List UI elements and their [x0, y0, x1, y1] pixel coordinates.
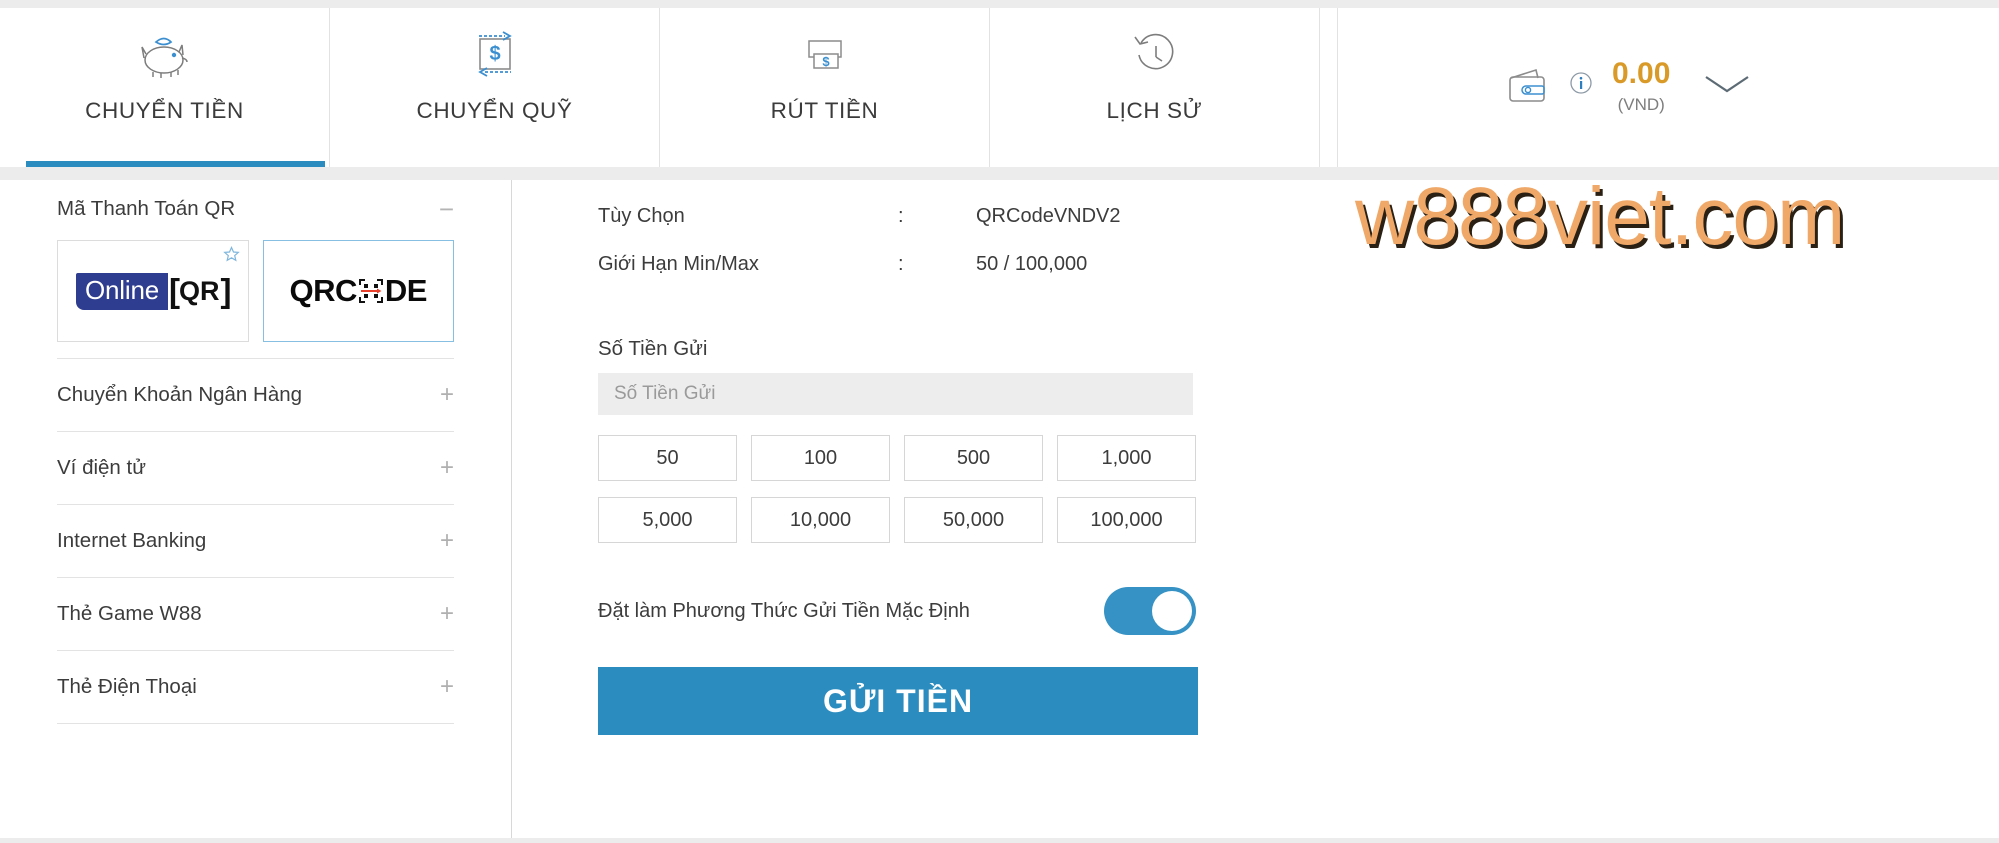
wallet-amount-group: 0.00 (VND): [1612, 56, 1671, 115]
amount-input[interactable]: [598, 373, 1193, 415]
quick-amount-button[interactable]: 500: [904, 435, 1043, 481]
wallet-balance-value: 0.00: [1612, 56, 1671, 90]
plus-icon[interactable]: +: [440, 602, 454, 626]
page-bottom-strip: [0, 838, 1999, 843]
svg-text:$: $: [489, 43, 500, 65]
tab-label: RÚT TIỀN: [770, 98, 879, 123]
quick-amount-button[interactable]: 100: [751, 435, 890, 481]
minus-icon[interactable]: −: [439, 196, 454, 222]
quick-amount-button[interactable]: 1,000: [1057, 435, 1196, 481]
tab-chuyen-quy[interactable]: $ CHUYỂN QUỸ: [330, 8, 660, 167]
info-circle-icon[interactable]: [1568, 70, 1594, 101]
sidebar-section-internet-banking[interactable]: Internet Banking +: [57, 504, 454, 577]
sidebar-section-ma-thanh-toan-qr[interactable]: Mã Thanh Toán QR −: [57, 180, 454, 238]
onlineqr-logo-qr: QR: [178, 275, 220, 306]
tab-label: CHUYỂN TIỀN: [85, 98, 244, 123]
withdraw-cash-icon: $: [789, 22, 861, 84]
plus-icon[interactable]: +: [440, 383, 454, 407]
sidebar-divider: [57, 723, 454, 725]
sidebar-section-label: Mã Thanh Toán QR: [57, 197, 236, 220]
wallet-balance-widget[interactable]: 0.00 (VND): [1337, 8, 1999, 167]
onlineqr-logo: Online [QR]: [76, 272, 231, 310]
sidebar-section-the-dien-thoai[interactable]: Thẻ Điện Thoại +: [57, 650, 454, 723]
qrcode-logo: QRC DE: [289, 273, 428, 309]
info-row-gioi-han: Giới Hạn Min/Max : 50 / 100,000: [598, 240, 1121, 288]
submit-deposit-button[interactable]: GỬI TIỀN: [598, 667, 1198, 735]
sidebar-section-label: Chuyển Khoản Ngân Hàng: [57, 383, 303, 406]
info-separator: :: [898, 204, 904, 227]
sidebar-section-label: Thẻ Điện Thoại: [57, 675, 197, 698]
sidebar-section-label: Internet Banking: [57, 529, 207, 552]
quick-amount-button[interactable]: 50: [598, 435, 737, 481]
qr-scan-icon: [358, 278, 384, 304]
wallet-currency-label: (VND): [1617, 94, 1665, 114]
sidebar-section-vi-dien-tu[interactable]: Ví điện tử +: [57, 431, 454, 504]
info-label: Tùy Chọn: [598, 204, 685, 227]
default-method-label: Đặt làm Phương Thức Gửi Tiền Mặc Định: [598, 599, 970, 622]
svg-text:$: $: [822, 54, 830, 69]
info-row-tuy-chon: Tùy Chọn : QRCodeVNDV2: [598, 192, 1121, 240]
sidebar-section-label: Ví điện tử: [57, 456, 146, 479]
history-clock-icon: [1119, 22, 1191, 84]
qrcode-logo-text-right: DE: [384, 273, 428, 308]
piggy-bank-icon: [129, 22, 201, 84]
star-icon[interactable]: [222, 246, 240, 268]
payment-tile-qrcode[interactable]: QRC DE: [262, 240, 454, 342]
onlineqr-logo-text: Online: [76, 272, 168, 310]
quick-amount-button[interactable]: 5,000: [598, 497, 737, 543]
plus-icon[interactable]: +: [440, 675, 454, 699]
payment-tile-onlineqr[interactable]: Online [QR]: [57, 240, 249, 342]
quick-amount-button[interactable]: 100,000: [1057, 497, 1196, 543]
default-method-row: Đặt làm Phương Thức Gửi Tiền Mặc Định: [598, 587, 1198, 635]
onlineqr-logo-bracket: [QR]: [168, 272, 231, 309]
plus-icon[interactable]: +: [440, 456, 454, 480]
sidebar-section-the-game-w88[interactable]: Thẻ Game W88 +: [57, 577, 454, 650]
info-label: Giới Hạn Min/Max: [598, 252, 759, 275]
tab-lich-su[interactable]: LỊCH SỬ: [990, 8, 1320, 167]
quick-amount-buttons: 50 100 500 1,000 5,000 10,000 50,000 100…: [598, 435, 1198, 543]
quick-amount-button[interactable]: 50,000: [904, 497, 1043, 543]
transfer-funds-icon: $: [459, 22, 531, 84]
info-separator: :: [898, 252, 904, 275]
qr-payment-tiles: Online [QR] QRC DE: [57, 240, 454, 342]
wallet-icon: [1506, 66, 1552, 106]
deposit-page-content: Mã Thanh Toán QR − Online [QR] QRC DE Ch…: [0, 180, 1999, 843]
sidebar-section-chuyen-khoan-ngan-hang[interactable]: Chuyển Khoản Ngân Hàng +: [57, 358, 454, 431]
sidebar-section-label: Thẻ Game W88: [57, 602, 202, 625]
amount-field-label: Số Tiền Gửi: [598, 337, 708, 360]
tab-label: CHUYỂN QUỸ: [416, 98, 573, 123]
tab-rut-tien[interactable]: $ RÚT TIỀN: [660, 8, 990, 167]
plus-icon[interactable]: +: [440, 529, 454, 553]
deposit-info-block: Tùy Chọn : QRCodeVNDV2 Giới Hạn Min/Max …: [598, 192, 1121, 288]
tab-chuyen-tien[interactable]: CHUYỂN TIỀN: [0, 8, 330, 167]
qrcode-logo-text-left: QRC: [289, 273, 358, 308]
info-value: 50 / 100,000: [976, 252, 1088, 275]
toggle-knob: [1152, 591, 1192, 631]
tab-label: LỊCH SỬ: [1106, 98, 1203, 123]
payment-method-sidebar: Mã Thanh Toán QR − Online [QR] QRC DE Ch…: [0, 180, 512, 843]
quick-amount-button[interactable]: 10,000: [751, 497, 890, 543]
deposit-form: Tùy Chọn : QRCodeVNDV2 Giới Hạn Min/Max …: [513, 180, 1999, 843]
default-method-toggle[interactable]: [1104, 587, 1196, 635]
chevron-down-icon[interactable]: [1702, 71, 1752, 102]
info-value: QRCodeVNDV2: [976, 204, 1121, 227]
